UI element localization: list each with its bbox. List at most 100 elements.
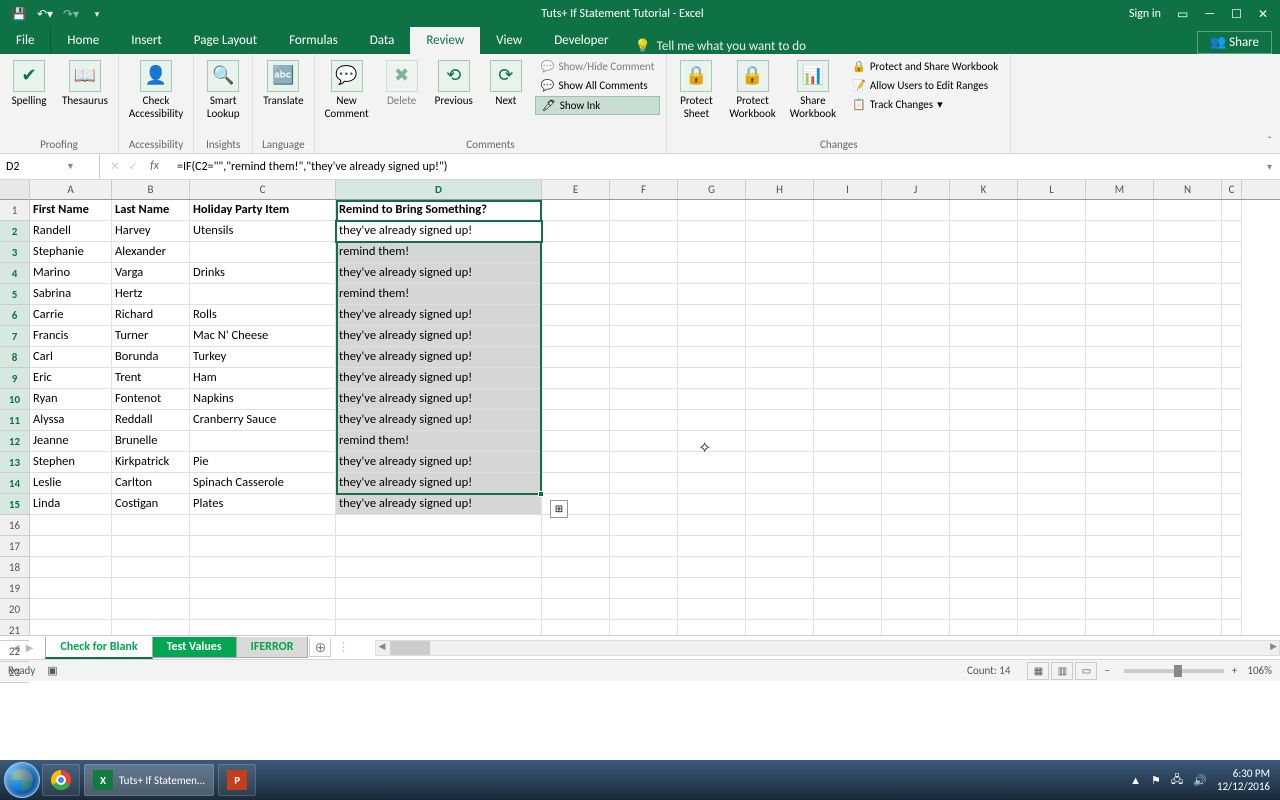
column-header[interactable]: H (746, 180, 814, 199)
volume-icon[interactable]: 🔊 (1193, 774, 1207, 787)
cell[interactable] (30, 599, 112, 620)
track-changes-button[interactable]: 📋 Track Changes ▾ (846, 96, 1004, 113)
cell[interactable] (814, 221, 882, 242)
cell[interactable] (610, 410, 678, 431)
cell[interactable] (610, 473, 678, 494)
cell[interactable] (746, 599, 814, 620)
cell[interactable] (610, 200, 678, 221)
row-header[interactable]: 8 (0, 347, 29, 368)
cell[interactable]: they've already signed up! (336, 221, 542, 242)
cell[interactable] (882, 410, 950, 431)
cell[interactable] (542, 305, 610, 326)
cell[interactable] (190, 599, 336, 620)
cell[interactable] (950, 452, 1018, 473)
accessibility-button[interactable]: 👤 Check Accessibility (125, 58, 187, 122)
cell[interactable] (1154, 410, 1222, 431)
cell[interactable]: they've already signed up! (336, 263, 542, 284)
cell[interactable]: Mac N' Cheese (190, 326, 336, 347)
tab-developer[interactable]: Developer (538, 27, 624, 54)
cell[interactable] (950, 200, 1018, 221)
cell[interactable] (1222, 620, 1242, 635)
row-header[interactable]: 5 (0, 284, 29, 305)
cell[interactable] (882, 536, 950, 557)
sheet-tab-active[interactable]: Check for Blank (45, 637, 152, 659)
cell[interactable] (678, 200, 746, 221)
cell[interactable] (542, 242, 610, 263)
start-button[interactable] (4, 762, 40, 798)
cell[interactable] (1018, 620, 1086, 635)
cell[interactable] (1154, 515, 1222, 536)
maximize-icon[interactable]: ☐ (1231, 7, 1242, 22)
close-icon[interactable]: ✕ (1258, 7, 1268, 22)
tab-page-layout[interactable]: Page Layout (178, 27, 273, 54)
cell[interactable]: Varga (112, 263, 190, 284)
cell[interactable] (746, 536, 814, 557)
cell[interactable] (112, 578, 190, 599)
row-header[interactable]: 20 (0, 599, 29, 620)
cell[interactable] (1018, 221, 1086, 242)
column-header[interactable]: L (1018, 180, 1086, 199)
cell[interactable] (950, 242, 1018, 263)
cell[interactable] (950, 305, 1018, 326)
tab-review[interactable]: Review (410, 27, 480, 54)
cell[interactable] (1154, 578, 1222, 599)
tab-formulas[interactable]: Formulas (273, 27, 354, 54)
cell[interactable] (1018, 473, 1086, 494)
column-header[interactable]: C (190, 180, 336, 199)
cell[interactable] (746, 305, 814, 326)
cell[interactable] (678, 284, 746, 305)
cell[interactable] (882, 578, 950, 599)
cell[interactable]: Rolls (190, 305, 336, 326)
cell[interactable] (1222, 305, 1242, 326)
macro-record-icon[interactable]: ▣ (47, 664, 57, 677)
cell[interactable] (678, 347, 746, 368)
cell[interactable]: they've already signed up! (336, 389, 542, 410)
cell[interactable]: they've already signed up! (336, 305, 542, 326)
cell[interactable] (746, 284, 814, 305)
share-workbook-button[interactable]: 📊 Share Workbook (786, 58, 840, 122)
cell[interactable]: Stephanie (30, 242, 112, 263)
cell[interactable]: Linda (30, 494, 112, 515)
cell[interactable] (882, 221, 950, 242)
cell[interactable] (746, 347, 814, 368)
cell[interactable]: First Name (30, 200, 112, 221)
cell[interactable] (542, 515, 610, 536)
cell[interactable] (336, 557, 542, 578)
cell[interactable] (1154, 284, 1222, 305)
cell[interactable] (1222, 515, 1242, 536)
cell[interactable] (610, 347, 678, 368)
cell[interactable] (746, 452, 814, 473)
new-comment-button[interactable]: 💬 New Comment (321, 58, 373, 122)
cell[interactable] (542, 452, 610, 473)
cell[interactable]: Turner (112, 326, 190, 347)
cell[interactable] (1154, 473, 1222, 494)
zoom-in-icon[interactable]: + (1232, 664, 1237, 677)
tab-insert[interactable]: Insert (115, 27, 178, 54)
column-header[interactable]: M (1086, 180, 1154, 199)
taskbar-excel[interactable]: X Tuts+ If Statemen... (84, 764, 214, 796)
cell[interactable] (542, 473, 610, 494)
cell[interactable] (1222, 389, 1242, 410)
cell[interactable] (950, 578, 1018, 599)
cell[interactable] (678, 620, 746, 635)
cell[interactable] (1154, 620, 1222, 635)
cell[interactable] (610, 389, 678, 410)
cell[interactable] (678, 305, 746, 326)
cell[interactable] (678, 263, 746, 284)
cell[interactable] (1086, 368, 1154, 389)
cell[interactable]: they've already signed up! (336, 452, 542, 473)
column-header[interactable]: C (1222, 180, 1242, 199)
tray-expand-icon[interactable]: ▲ (1130, 774, 1141, 787)
taskbar-powerpoint[interactable]: P (218, 764, 256, 796)
cell[interactable] (542, 221, 610, 242)
row-header[interactable]: 19 (0, 578, 29, 599)
delete-comment-button[interactable]: ✖ Delete (379, 58, 425, 109)
cell[interactable] (950, 368, 1018, 389)
cell[interactable] (190, 284, 336, 305)
minimize-icon[interactable]: — (1204, 7, 1215, 21)
cell[interactable] (814, 368, 882, 389)
cell[interactable]: they've already signed up! (336, 326, 542, 347)
cell[interactable] (1086, 473, 1154, 494)
cell[interactable] (950, 536, 1018, 557)
fx-icon[interactable]: fx (150, 159, 159, 174)
